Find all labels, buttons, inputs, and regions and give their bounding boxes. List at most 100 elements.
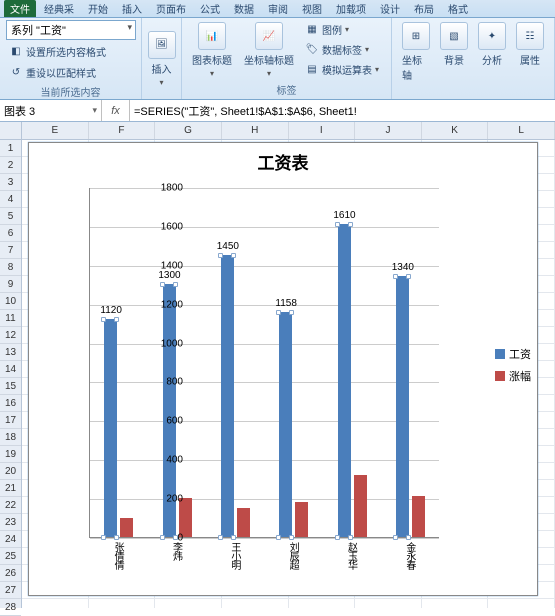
bar-raise[interactable] (120, 518, 133, 537)
row-header[interactable]: 10 (0, 293, 21, 310)
row-header[interactable]: 17 (0, 412, 21, 429)
cell[interactable] (22, 599, 89, 608)
group-label-selection: 当前所选内容 (6, 82, 135, 99)
column-header[interactable]: G (155, 122, 222, 139)
tab-layout[interactable]: 布局 (408, 0, 440, 17)
row-header[interactable]: 7 (0, 242, 21, 259)
y-tick-label: 1800 (161, 183, 183, 194)
data-table-button[interactable]: ▤模拟运算表 ▾ (302, 60, 382, 79)
cell[interactable] (89, 599, 156, 608)
bar-raise[interactable] (237, 508, 250, 537)
row-header[interactable]: 24 (0, 531, 21, 548)
bar-raise[interactable] (412, 496, 425, 537)
bar-salary[interactable] (104, 319, 117, 537)
row-header[interactable]: 14 (0, 361, 21, 378)
insert-button[interactable]: 🖼 插入▾ (144, 29, 180, 89)
row-header[interactable]: 15 (0, 378, 21, 395)
select-all-corner[interactable] (0, 122, 21, 140)
format-selection-button[interactable]: ◧设置所选内容格式 (6, 42, 135, 61)
analysis-button[interactable]: ✦分析 (474, 20, 510, 97)
data-label: 1610 (325, 210, 365, 221)
tab-format[interactable]: 格式 (442, 0, 474, 17)
column-header[interactable]: J (355, 122, 422, 139)
bar-salary[interactable] (396, 276, 409, 537)
legend[interactable]: 工资 涨幅 (495, 346, 531, 390)
row-header[interactable]: 12 (0, 327, 21, 344)
tab-insert[interactable]: 插入 (116, 0, 148, 17)
name-box[interactable]: 图表 3 (0, 100, 102, 121)
data-labels-button[interactable]: 🏷数据标签 ▾ (302, 40, 382, 59)
tab-file[interactable]: 文件 (4, 0, 36, 17)
row-header[interactable]: 5 (0, 208, 21, 225)
bar-raise[interactable] (354, 475, 367, 537)
row-header[interactable]: 1 (0, 140, 21, 157)
cell[interactable] (488, 599, 555, 608)
reset-style-button[interactable]: ↺重设以匹配样式 (6, 63, 135, 82)
format-icon: ◧ (9, 45, 23, 59)
column-header[interactable]: F (89, 122, 156, 139)
row-header[interactable]: 21 (0, 480, 21, 497)
row-header[interactable]: 18 (0, 429, 21, 446)
formula-input[interactable]: =SERIES("工资", Sheet1!$A$1:$A$6, Sheet1! (130, 100, 555, 121)
tab-addins[interactable]: 加载项 (330, 0, 372, 17)
chart-title-button[interactable]: 📊图表标题▾ (188, 20, 236, 80)
chart-title[interactable]: 工资表 (29, 143, 537, 176)
column-header[interactable]: K (422, 122, 489, 139)
column-header[interactable]: I (289, 122, 356, 139)
row-header[interactable]: 4 (0, 191, 21, 208)
row-header[interactable]: 9 (0, 276, 21, 293)
cell[interactable] (355, 599, 422, 608)
row-header[interactable]: 19 (0, 446, 21, 463)
tab-design[interactable]: 设计 (374, 0, 406, 17)
tab-data[interactable]: 数据 (228, 0, 260, 17)
chart-element-combo[interactable]: 系列 "工资" (6, 20, 136, 40)
tab-classic[interactable]: 经典采 (38, 0, 80, 17)
tab-pagelayout[interactable]: 页面布 (150, 0, 192, 17)
legend-swatch-icon (495, 349, 505, 359)
row-header[interactable]: 6 (0, 225, 21, 242)
bar-salary[interactable] (279, 312, 292, 537)
fx-button[interactable]: fx (102, 100, 130, 121)
column-header[interactable]: H (222, 122, 289, 139)
row-header[interactable]: 23 (0, 514, 21, 531)
legend-button[interactable]: ▦图例 ▾ (302, 20, 382, 39)
plot-area[interactable]: 112013001450115816101340 工资 涨幅 020040060… (29, 176, 537, 581)
tab-view[interactable]: 视图 (296, 0, 328, 17)
row-header[interactable]: 25 (0, 548, 21, 565)
tab-formulas[interactable]: 公式 (194, 0, 226, 17)
properties-button[interactable]: ☷属性 (512, 20, 548, 97)
legend-item-salary[interactable]: 工资 (495, 346, 531, 362)
y-tick-label: 1200 (161, 299, 183, 310)
cell[interactable] (222, 599, 289, 608)
row-header[interactable]: 13 (0, 344, 21, 361)
column-header[interactable]: L (488, 122, 555, 139)
data-label: 1340 (383, 262, 423, 273)
axis-title-button[interactable]: 📈坐标轴标题▾ (240, 20, 298, 80)
chart-object[interactable]: 工资表 112013001450115816101340 工资 涨幅 02004… (28, 142, 538, 596)
row-header[interactable]: 26 (0, 565, 21, 582)
column-header[interactable]: E (22, 122, 89, 139)
legend-icon: ▦ (305, 23, 319, 37)
row-header[interactable]: 11 (0, 310, 21, 327)
row-header[interactable]: 3 (0, 174, 21, 191)
properties-icon: ☷ (516, 22, 544, 50)
bar-salary[interactable] (338, 224, 351, 537)
row-header[interactable]: 16 (0, 395, 21, 412)
axes-button[interactable]: ⊞坐标轴 (398, 20, 434, 97)
row-header[interactable]: 22 (0, 497, 21, 514)
tab-home[interactable]: 开始 (82, 0, 114, 17)
legend-item-raise[interactable]: 涨幅 (495, 368, 531, 384)
background-button[interactable]: ▧背景 (436, 20, 472, 97)
bar-raise[interactable] (295, 502, 308, 537)
row-header[interactable]: 8 (0, 259, 21, 276)
cell[interactable] (422, 599, 489, 608)
cell[interactable] (289, 599, 356, 608)
cell[interactable] (155, 599, 222, 608)
x-category-label: 金永春 (402, 542, 417, 569)
row-header[interactable]: 2 (0, 157, 21, 174)
bar-salary[interactable] (221, 255, 234, 537)
tab-review[interactable]: 审阅 (262, 0, 294, 17)
row-header[interactable]: 20 (0, 463, 21, 480)
row-header[interactable]: 27 (0, 582, 21, 599)
datatable-icon: ▤ (305, 63, 319, 77)
